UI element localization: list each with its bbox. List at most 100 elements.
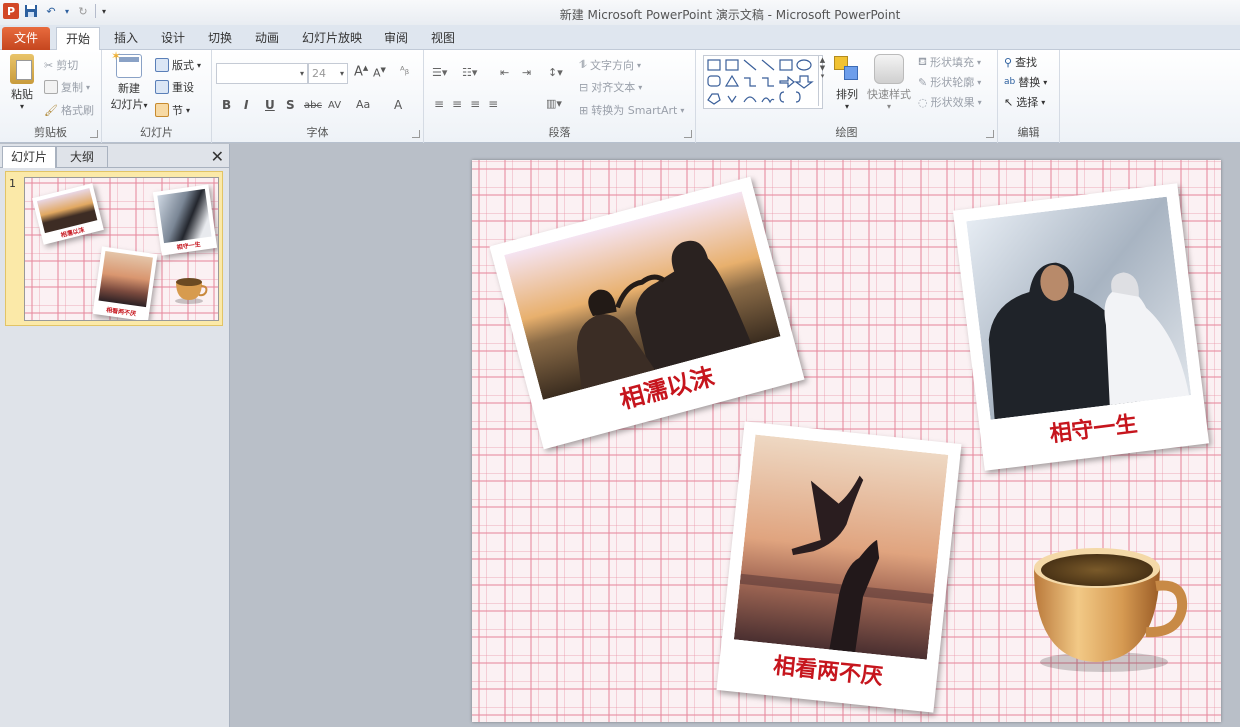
text-direction-icon: ⥮ xyxy=(579,58,587,71)
columns-icon[interactable]: ▥▾ xyxy=(546,97,562,110)
reset-button[interactable]: 重设 xyxy=(155,77,194,97)
tab-animations[interactable]: 动画 xyxy=(249,27,285,50)
tab-slides-pane[interactable]: 幻灯片 xyxy=(2,146,56,168)
new-slide-button[interactable]: ✶ 新建 幻灯片▾ xyxy=(106,49,152,112)
tab-view[interactable]: 视图 xyxy=(425,27,461,50)
paragraph-launcher-icon[interactable] xyxy=(684,130,692,138)
tab-review[interactable]: 审阅 xyxy=(378,27,414,50)
slide-number: 1 xyxy=(9,177,16,190)
title-bar: P ↶ ▾ ↻ ▾ 新建 Microsoft PowerPoint 演示文稿 -… xyxy=(0,0,1240,25)
layout-icon xyxy=(155,58,169,72)
arrange-label: 排列 xyxy=(836,88,858,101)
tab-home[interactable]: 开始 xyxy=(56,27,100,50)
replace-label: 替换 xyxy=(1018,76,1041,89)
convert-smartart-button[interactable]: ⊞ 转换为 SmartArt ▾ xyxy=(579,100,684,120)
paste-icon xyxy=(10,54,34,84)
close-pane-icon[interactable]: ✕ xyxy=(211,147,224,166)
polaroid-photo-2[interactable]: 相守一生 xyxy=(952,183,1210,471)
find-button[interactable]: ⚲ 查找 xyxy=(1004,52,1037,72)
arrange-icon xyxy=(832,54,862,84)
wedding-couple-photo xyxy=(966,196,1192,420)
group-drawing: ▲ ▼ ▾ 排列 ▾ 快速样式 ▾ ⛾ 形状填充 ▾ ✎ 形状轮廓 ▾ ◌ 形状效果 ▾ 绘图 xyxy=(696,50,998,143)
tab-design[interactable]: 设计 xyxy=(155,27,191,50)
copy-button[interactable]: 复制 ▾ xyxy=(44,77,90,97)
shrink-font-icon[interactable]: A▼ xyxy=(373,66,386,80)
thumb-photo-2: 相守一生 xyxy=(152,184,218,256)
ribbon-tab-bar: 文件 开始 插入 设计 切换 动画 幻灯片放映 审阅 视图 xyxy=(0,25,1240,50)
tab-slideshow[interactable]: 幻灯片放映 xyxy=(298,27,366,50)
pane-tabs: 幻灯片 大纲 ✕ xyxy=(0,146,230,168)
group-paragraph: ☰▾ ☷▾ ⇤ ⇥ ↕▾ ≡≡≡≡ ▥▾ ⥮ 文字方向 ▾ ⊟ 对齐文本 ▾ ⊞ 转换为 … xyxy=(424,50,696,143)
quick-styles-label: 快速样式 xyxy=(867,88,911,101)
shape-outline-button[interactable]: ✎ 形状轮廓 ▾ xyxy=(918,72,981,92)
paste-button[interactable]: 粘贴 ▾ xyxy=(6,54,38,111)
align-text-button[interactable]: ⊟ 对齐文本 ▾ xyxy=(579,77,642,97)
underline-button[interactable]: U xyxy=(265,98,275,112)
slide-canvas[interactable]: 相濡以沫 相守一生 相看两不厌 xyxy=(472,160,1221,722)
paragraph-group-label: 段落 xyxy=(548,126,571,139)
slide-thumbnail[interactable]: 相濡以沫 相守一生 相看两不厌 xyxy=(24,177,219,321)
decrease-indent-icon[interactable]: ⇤ xyxy=(500,66,509,79)
numbering-icon[interactable]: ☷▾ xyxy=(462,66,477,79)
increase-indent-icon[interactable]: ⇥ xyxy=(522,66,531,79)
text-direction-button[interactable]: ⥮ 文字方向 ▾ xyxy=(579,55,641,75)
bold-button[interactable]: B xyxy=(222,98,231,112)
paste-dropdown-icon[interactable]: ▾ xyxy=(6,102,38,111)
font-name-combobox[interactable]: ▾ xyxy=(216,63,308,84)
shape-effects-label: 形状效果 xyxy=(930,96,975,109)
section-label: 节 xyxy=(172,104,183,117)
select-button[interactable]: ↖ 选择 ▾ xyxy=(1004,92,1045,112)
cut-button[interactable]: ✂ 剪切 xyxy=(44,55,78,75)
couple-beach-lift-photo xyxy=(733,434,949,660)
font-launcher-icon[interactable] xyxy=(412,130,420,138)
thumb-photo-3: 相看两不厌 xyxy=(92,246,158,320)
text-shadow-button[interactable]: S xyxy=(286,98,295,112)
strikethrough-button[interactable]: abc xyxy=(304,100,322,111)
replace-icon: ab xyxy=(1004,77,1016,87)
binoculars-icon: ⚲ xyxy=(1004,55,1013,69)
line-spacing-icon[interactable]: ↕▾ xyxy=(548,66,563,79)
gallery-scroll-icon[interactable]: ▲ ▼ ▾ xyxy=(818,56,826,106)
shape-fill-button[interactable]: ⛾ 形状填充 ▾ xyxy=(918,52,981,72)
replace-button[interactable]: ab 替换 ▾ xyxy=(1004,72,1047,92)
thumb-coffee-cup xyxy=(173,276,209,304)
change-case-button[interactable]: Aa xyxy=(356,98,370,111)
editing-group-label: 编辑 xyxy=(1017,126,1040,139)
group-font: ▾ 24 ▾ A▲ A▼ ᴬᵦ B I U S abc AV Aa A 字体 xyxy=(212,50,424,143)
layout-button[interactable]: 版式 ▾ xyxy=(155,55,201,75)
tab-insert[interactable]: 插入 xyxy=(108,27,144,50)
layout-label: 版式 xyxy=(172,59,194,72)
format-painter-button[interactable]: 🖌 格式刷 xyxy=(44,100,94,120)
clear-formatting-icon[interactable]: ᴬᵦ xyxy=(400,64,409,77)
grow-font-icon[interactable]: A▲ xyxy=(354,64,368,79)
polaroid-photo-3[interactable]: 相看两不厌 xyxy=(716,421,962,713)
tab-outline-pane[interactable]: 大纲 xyxy=(56,146,108,168)
tab-transitions[interactable]: 切换 xyxy=(202,27,238,50)
shapes-gallery[interactable] xyxy=(703,55,823,109)
reset-icon xyxy=(155,80,169,94)
font-size-combobox[interactable]: 24 ▾ xyxy=(308,63,348,84)
brush-icon: 🖌 xyxy=(44,103,58,117)
paint-bucket-icon: ⛾ xyxy=(918,54,927,68)
italic-button[interactable]: I xyxy=(244,98,248,112)
new-slide-icon: ✶ xyxy=(111,49,142,78)
tab-file[interactable]: 文件 xyxy=(2,27,50,50)
reset-label: 重设 xyxy=(172,81,194,94)
cursor-icon: ↖ xyxy=(1004,95,1014,109)
font-color-button[interactable]: A xyxy=(394,98,402,112)
scissors-icon: ✂ xyxy=(44,58,54,72)
paste-label: 粘贴 xyxy=(11,88,33,101)
section-button[interactable]: 节 ▾ xyxy=(155,100,190,120)
alignment-icons[interactable]: ≡≡≡≡ xyxy=(434,97,506,111)
text-direction-label: 文字方向 xyxy=(590,59,634,72)
select-label: 选择 xyxy=(1016,96,1039,109)
drawing-launcher-icon[interactable] xyxy=(986,130,994,138)
slide-thumbnail-selected[interactable]: 1 相濡以沫 相守一生 相看两不厌 xyxy=(5,171,223,326)
quick-styles-button[interactable]: 快速样式 ▾ xyxy=(866,54,912,111)
arrange-button[interactable]: 排列 ▾ xyxy=(832,54,862,111)
bullets-icon[interactable]: ☰▾ xyxy=(432,66,447,79)
clipboard-launcher-icon[interactable] xyxy=(90,130,98,138)
shape-effects-button[interactable]: ◌ 形状效果 ▾ xyxy=(918,92,982,112)
character-spacing-button[interactable]: AV xyxy=(328,100,341,111)
coffee-cup-image[interactable] xyxy=(1028,542,1188,678)
